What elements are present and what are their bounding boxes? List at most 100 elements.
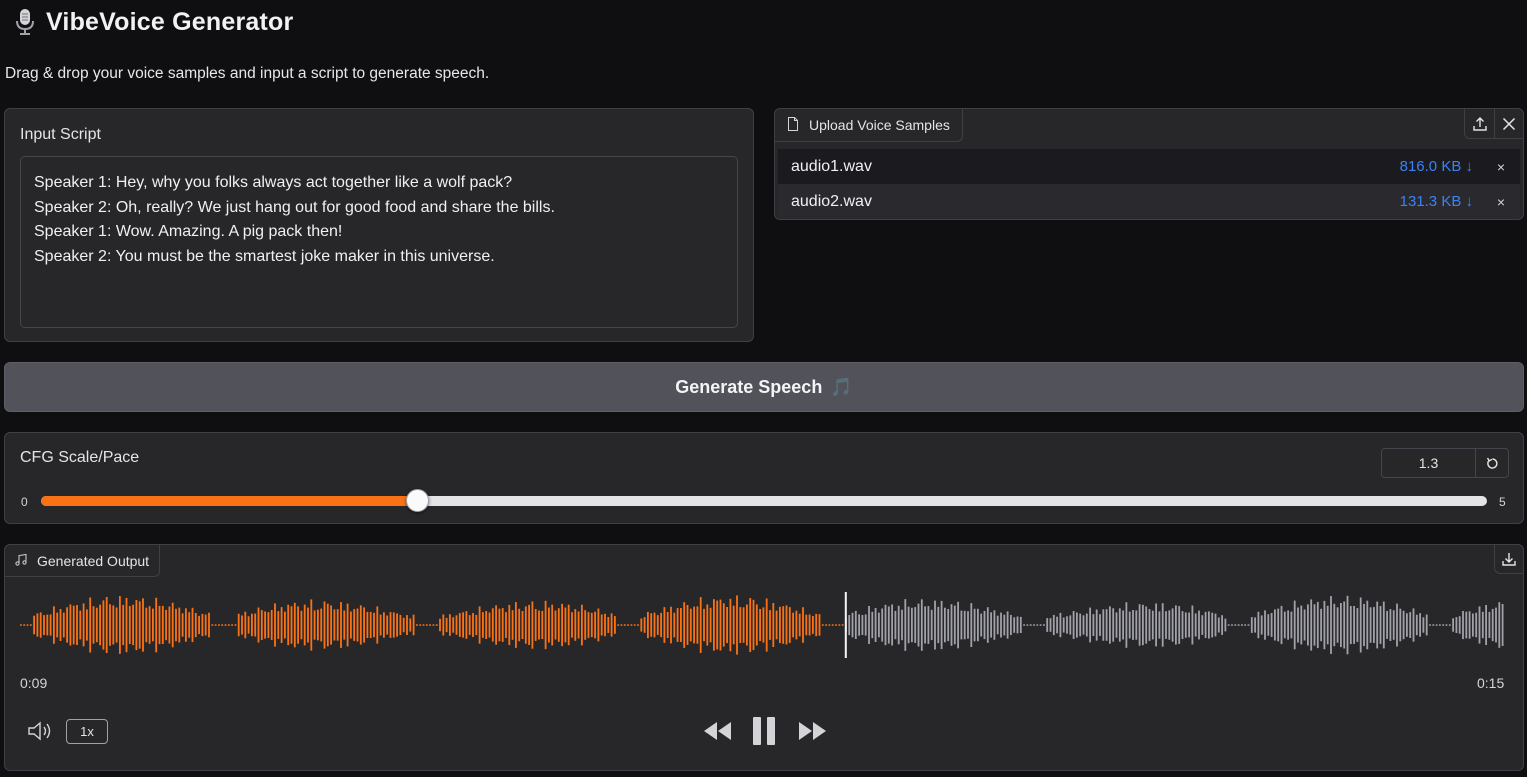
playback-speed-button[interactable]: 1x [66,719,108,744]
remove-file-button[interactable]: × [1497,194,1505,210]
waveform-bar [33,615,35,635]
waveform-bar [20,624,22,626]
waveform-bar [1102,609,1105,641]
waveform-bar [1099,614,1101,636]
waveform-bar [1429,624,1431,626]
generate-speech-button[interactable]: Generate Speech 🎵 [4,362,1524,412]
waveform-bar [234,624,237,626]
forward-button[interactable] [796,719,828,743]
waveform-bar [389,612,392,638]
waveform-bar [1257,611,1260,639]
waveform-bar [1300,605,1303,645]
slider-fill [41,496,417,506]
waveform-bar [835,624,837,626]
waveform-bar [673,612,676,638]
waveform-bar [1323,600,1326,650]
waveform-bar [828,624,831,626]
waveform-bar [148,606,151,644]
waveform-bar [544,600,547,650]
waveform-bar [640,618,643,632]
waveform-bar [795,610,798,640]
waveform-bar [518,608,521,642]
waveform-bar [412,614,415,636]
waveform-bar [1052,614,1055,636]
upload-button[interactable] [1465,109,1494,138]
waveform-bar [1056,616,1058,634]
waveform-bar [597,608,600,642]
waveform[interactable] [19,590,1507,660]
waveform-bar [46,614,49,636]
file-download-link[interactable]: 816.0 KB ↓ [1400,158,1473,175]
waveform-bar [247,616,250,634]
waveform-bar [881,608,884,642]
waveform-bar [439,618,441,632]
file-download-link[interactable]: 131.3 KB ↓ [1400,193,1473,210]
slider-max-label: 5 [1499,495,1506,509]
waveform-bar [924,606,926,644]
waveform-bar [1148,609,1151,641]
waveform-bar [891,604,893,646]
waveform-bar [1366,600,1369,650]
waveform-bar [627,624,629,626]
cfg-value-field[interactable]: 1.3 [1382,449,1476,477]
waveform-bar [1287,610,1289,640]
waveform-bar [1165,611,1167,639]
waveform-bar [109,604,111,646]
waveform-bar [132,604,134,646]
app-title: VibeVoice Generator [46,7,294,36]
remove-file-button[interactable]: × [1497,159,1505,175]
waveform-bar [452,617,455,633]
waveform-bar [1353,606,1355,644]
waveform-bar [990,612,992,638]
waveform-bar [336,609,339,641]
music-note-icon: 🎵 [830,376,853,397]
waveform-bar [785,605,788,645]
download-button[interactable] [1494,545,1523,574]
waveform-bar [399,614,402,636]
page-subtitle: Drag & drop your voice samples and input… [5,65,490,82]
rewind-button[interactable] [702,719,734,743]
microphone-icon [14,8,36,36]
waveform-bar [1379,606,1382,644]
input-script-textarea[interactable]: Speaker 1: Hey, why you folks always act… [20,156,738,328]
clear-button[interactable] [1494,109,1523,138]
waveform-bar [551,604,554,646]
waveform-bar [940,600,943,650]
waveform-bar [1316,601,1319,649]
generated-output-panel: Generated Output 0:09 0:15 1x [4,544,1524,771]
waveform-bar [749,598,752,652]
waveform-bar [818,614,821,636]
waveform-bar [590,612,593,638]
waveform-bar [392,612,395,638]
waveform-bar [191,607,194,643]
header: VibeVoice Generator [14,6,293,38]
waveform-bar [1373,607,1375,643]
waveform-bar [528,604,530,645]
waveform-bar [524,606,527,644]
slider-thumb[interactable] [405,489,429,512]
waveform-bar [1468,611,1471,639]
upload-voice-samples-tab: Upload Voice Samples [775,109,963,142]
waveform-bar [699,597,702,653]
waveform-bar [49,614,52,636]
waveform-bar [587,612,590,638]
waveform-bar [983,610,986,640]
file-row: audio2.wav 131.3 KB ↓ × [778,184,1520,219]
reset-button[interactable] [1476,449,1508,477]
pause-button[interactable] [751,715,777,747]
waveform-bar [963,610,966,640]
waveform-bar [317,609,319,641]
waveform-bar [1277,608,1280,642]
waveform-bar [323,601,326,649]
volume-button[interactable] [27,720,55,742]
playhead[interactable] [844,592,847,658]
waveform-bar [1155,603,1157,647]
waveform-bar [128,606,131,644]
waveform-bar [1049,618,1052,632]
waveform-bar [630,624,633,626]
waveform-bar [379,614,382,636]
waveform-bar [1406,613,1408,637]
cfg-scale-label: CFG Scale/Pace [20,449,140,466]
waveform-bar [79,610,82,640]
close-icon [1502,117,1516,130]
